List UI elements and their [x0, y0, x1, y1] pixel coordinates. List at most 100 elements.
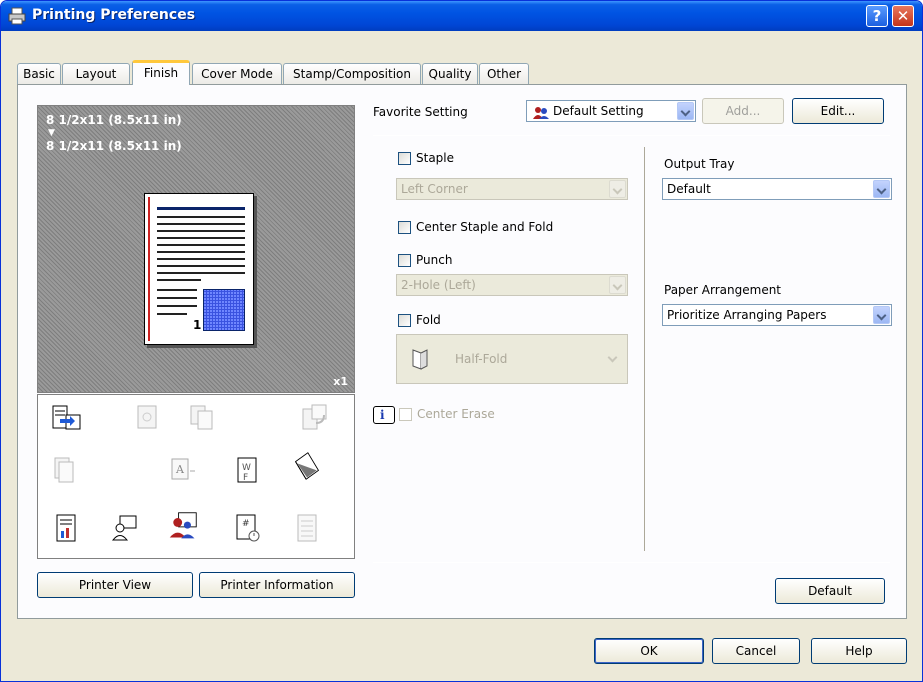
preview-copies: x1	[333, 375, 348, 388]
staple-position-select[interactable]: Left Corner	[396, 178, 628, 200]
tab-quality[interactable]: Quality	[422, 63, 478, 84]
preview-image-block	[203, 289, 245, 331]
chevron-down-icon[interactable]	[677, 102, 694, 120]
preview-text-line	[157, 223, 245, 225]
paper-arrangement-value: Prioritize Arranging Papers	[667, 308, 827, 322]
chevron-down-icon	[609, 276, 626, 294]
preview-arrow-icon: ▼	[48, 128, 55, 138]
user-authentication-icon[interactable]	[110, 513, 140, 543]
add-favorite-button[interactable]: Add...	[702, 98, 784, 124]
paper-fold-icon[interactable]	[292, 451, 322, 481]
printer-information-button[interactable]: Printer Information	[199, 572, 355, 598]
staple-checkbox[interactable]	[398, 152, 411, 165]
fold-checkbox[interactable]	[398, 314, 411, 327]
info-icon[interactable]: i	[373, 406, 395, 424]
tab-basic[interactable]: Basic	[17, 63, 61, 84]
report-chart-icon[interactable]	[52, 513, 82, 543]
svg-text:#: #	[242, 519, 250, 529]
preview-header-line	[157, 207, 245, 210]
paper-arrangement-select[interactable]: Prioritize Arranging Papers	[662, 304, 892, 326]
staple-edge-mark	[148, 197, 150, 341]
center-staple-fold-label: Center Staple and Fold	[416, 220, 554, 234]
banner-sheet-icon	[297, 514, 317, 542]
output-tray-label: Output Tray	[664, 157, 735, 171]
form-overlay-icon[interactable]: W F	[232, 455, 262, 485]
preview-text-line	[157, 230, 245, 232]
printer-view-button[interactable]: Printer View	[37, 572, 193, 598]
punch-select[interactable]: 2-Hole (Left)	[396, 274, 628, 296]
account-track-icon[interactable]	[168, 511, 198, 541]
printer-icon	[8, 7, 26, 25]
center-erase-checkbox[interactable]	[399, 408, 412, 421]
output-tray-value: Default	[667, 182, 711, 196]
preview-paper-size: 8 1/2x11 (8.5x11 in)	[46, 139, 182, 153]
default-button[interactable]: Default	[775, 578, 885, 604]
window-title: Printing Preferences	[32, 7, 196, 23]
ok-button[interactable]: OK	[594, 638, 704, 664]
preview-text-line	[157, 305, 197, 307]
printing-preferences-window: Printing Preferences ? ✕ Basic Layout Fi…	[0, 0, 923, 682]
preview-text-line	[157, 313, 187, 315]
half-fold-icon	[412, 349, 428, 370]
header-divider	[373, 135, 890, 136]
chevron-down-icon[interactable]	[873, 180, 890, 198]
preview-text-line	[157, 272, 245, 274]
help-button[interactable]: Help	[811, 638, 907, 664]
help-title-button[interactable]: ?	[866, 5, 888, 27]
column-divider	[644, 147, 645, 551]
tab-other[interactable]: Other	[479, 63, 529, 84]
svg-text:W: W	[242, 463, 251, 473]
print-preview: 8 1/2x11 (8.5x11 in) ▼ 8 1/2x11 (8.5x11 …	[37, 105, 355, 393]
fold-type-select[interactable]: Half-Fold	[396, 334, 628, 384]
output-tray-select[interactable]: Default	[662, 178, 892, 200]
preview-page-number: 1	[193, 318, 202, 332]
paper-arrangement-label: Paper Arrangement	[664, 283, 782, 297]
tab-layout[interactable]: Layout	[62, 63, 130, 84]
punch-label: Punch	[416, 253, 453, 267]
preview-text-line	[157, 237, 245, 239]
preview-text-line	[157, 251, 245, 253]
preview-text-line	[157, 244, 245, 246]
close-button[interactable]: ✕	[892, 5, 914, 27]
finish-panel: 8 1/2x11 (8.5x11 in) ▼ 8 1/2x11 (8.5x11 …	[17, 84, 907, 619]
output-to-printer-icon[interactable]	[52, 403, 82, 433]
favorite-setting-select[interactable]: Default Setting	[526, 100, 696, 122]
preview-text-line	[157, 216, 245, 218]
tab-finish[interactable]: Finish	[132, 60, 190, 85]
preview-text-line	[157, 289, 197, 291]
center-staple-fold-checkbox[interactable]	[398, 221, 411, 234]
svg-text:F: F	[243, 473, 248, 483]
favorite-setting-label: Favorite Setting	[373, 105, 468, 119]
chevron-down-icon[interactable]	[873, 306, 890, 324]
preview-original-size: 8 1/2x11 (8.5x11 in)	[46, 113, 182, 127]
staple-position-value: Left Corner	[401, 182, 468, 196]
center-erase-label: Center Erase	[417, 407, 495, 421]
chevron-down-icon	[609, 180, 626, 198]
title-bar[interactable]: Printing Preferences ? ✕	[1, 1, 922, 31]
tab-cover-mode[interactable]: Cover Mode	[192, 63, 282, 84]
preview-page: 1	[144, 193, 254, 345]
function-icon-grid: A W F #	[37, 394, 355, 559]
punch-value: 2-Hole (Left)	[401, 278, 476, 292]
footer-divider	[373, 562, 890, 563]
preview-text-line	[157, 279, 201, 281]
copy-document-icon	[190, 405, 213, 430]
cancel-button[interactable]: Cancel	[712, 638, 800, 664]
font-substitution-icon: A	[171, 458, 195, 480]
preview-text-line	[157, 297, 197, 299]
fold-label: Fold	[416, 313, 441, 327]
fold-type-value: Half-Fold	[455, 352, 508, 366]
edit-favorite-button[interactable]: Edit...	[792, 98, 884, 124]
staple-label: Staple	[416, 151, 455, 165]
preview-text-line	[157, 265, 245, 267]
svg-text:A: A	[175, 463, 185, 476]
tab-stamp-composition[interactable]: Stamp/Composition	[283, 63, 421, 84]
rotate-document-icon	[302, 404, 327, 430]
chevron-down-icon	[604, 349, 621, 369]
poster-mode-icon	[137, 405, 157, 429]
favorite-setting-icon	[533, 107, 549, 119]
punch-checkbox[interactable]	[398, 254, 411, 267]
scheduled-print-icon[interactable]: #	[232, 513, 262, 543]
preview-text-line	[157, 258, 245, 260]
favorite-setting-value: Default Setting	[553, 104, 644, 118]
